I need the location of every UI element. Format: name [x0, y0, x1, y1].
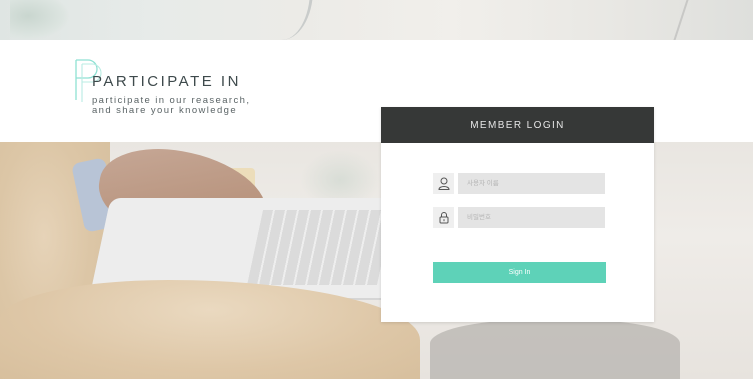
background-legs [430, 320, 680, 379]
background-plant [10, 0, 70, 40]
password-row [433, 207, 605, 228]
login-header: MEMBER LOGIN [381, 107, 654, 143]
brand-title: PARTICIPATE IN [92, 73, 241, 90]
sign-in-button[interactable]: Sign In [433, 262, 606, 283]
username-input[interactable] [458, 173, 605, 194]
login-panel: MEMBER LOGIN Sign In [381, 107, 654, 322]
username-row [433, 173, 605, 194]
background-keyboard [247, 210, 393, 285]
lock-icon [433, 207, 454, 228]
password-input[interactable] [458, 207, 605, 228]
user-icon [433, 173, 454, 194]
background-top-strip [0, 0, 753, 40]
brand-tagline: participate in our reasearch, and share … [92, 95, 251, 116]
